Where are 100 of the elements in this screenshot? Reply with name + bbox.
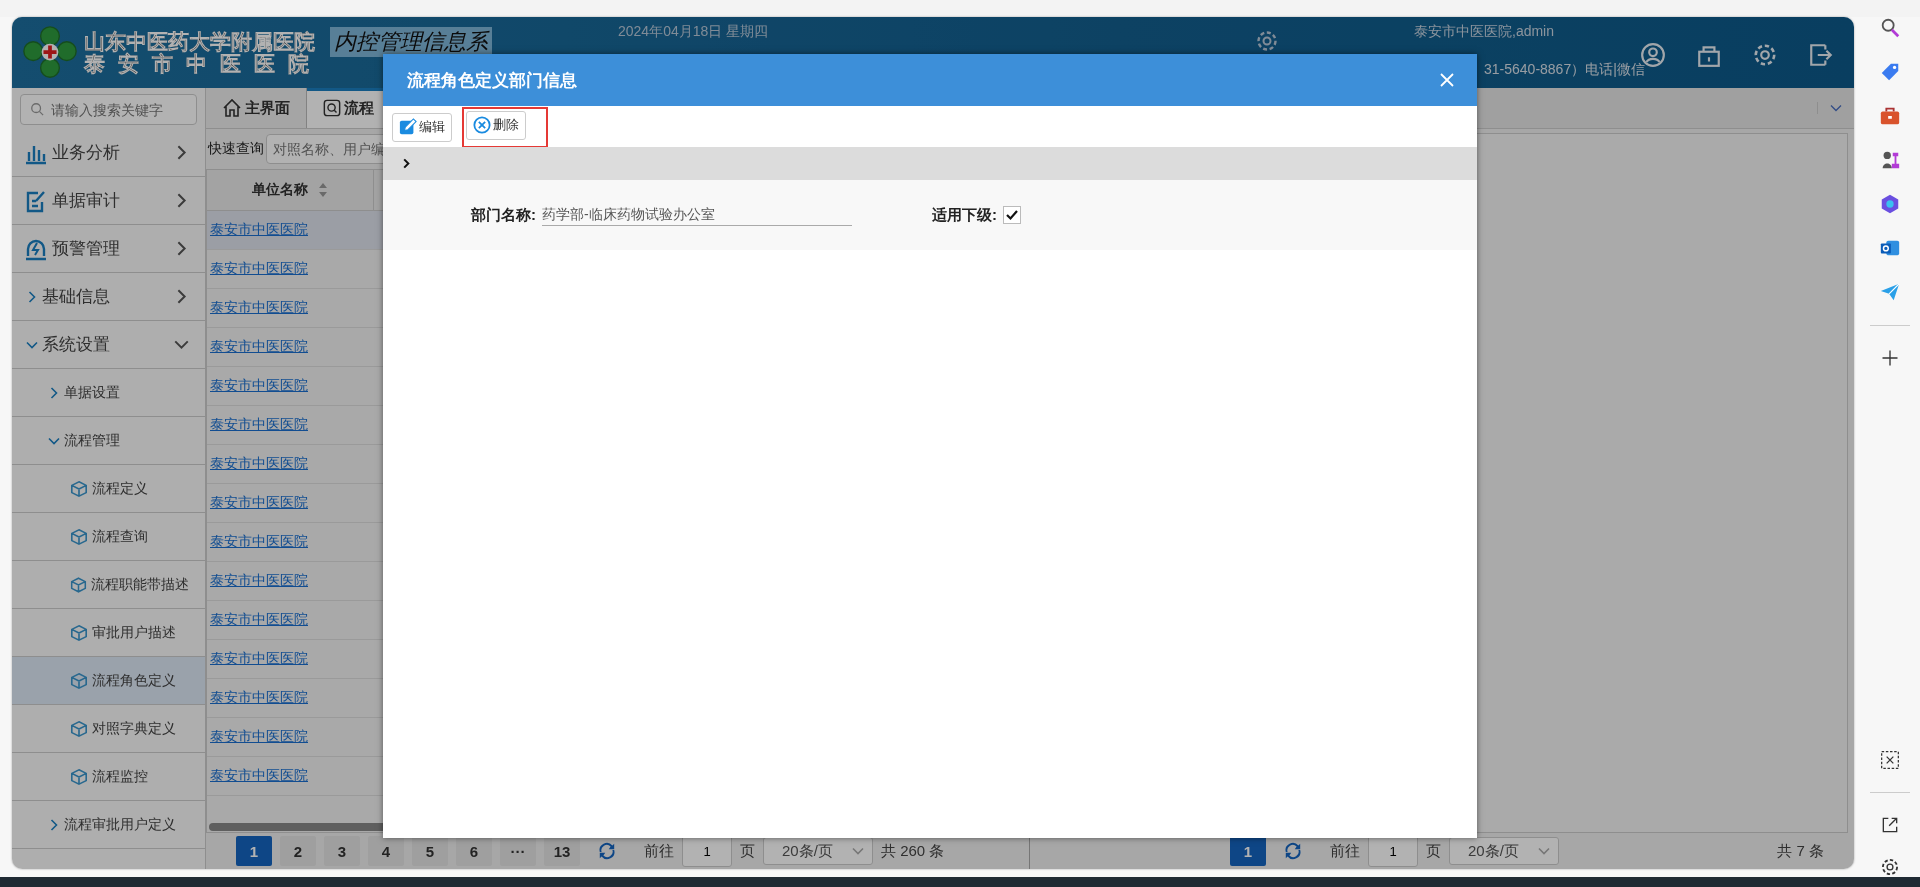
page-size-select[interactable]: 20条/页: [763, 837, 873, 865]
table-cell-link[interactable]: 泰安市中医医院: [207, 455, 308, 473]
sidebar-item-label: 流程定义: [92, 479, 148, 498]
external-link-icon[interactable]: [1880, 815, 1900, 835]
search-icon: [323, 99, 341, 117]
table-cell-link[interactable]: 泰安市中医医院: [207, 338, 308, 356]
field-label: 部门名称:: [471, 205, 536, 225]
table-cell-link[interactable]: 泰安市中医医院: [207, 572, 308, 590]
table-cell-link[interactable]: 泰安市中医医院: [207, 377, 308, 395]
table-cell-link[interactable]: 泰安市中医医院: [207, 767, 308, 785]
paper-plane-icon[interactable]: [1879, 281, 1901, 303]
page-button[interactable]: 6: [456, 836, 492, 866]
refresh-icon[interactable]: [598, 842, 616, 860]
logout-icon[interactable]: [1808, 41, 1834, 68]
sidebar-item-label: 单据设置: [64, 383, 120, 402]
system-name: 内控管理信息系: [330, 27, 492, 57]
refresh-icon[interactable]: [1284, 842, 1302, 860]
home-icon: [222, 98, 242, 118]
dropdown-caret-icon: [1538, 845, 1550, 857]
sidebar-item[interactable]: 单据审计: [12, 177, 205, 225]
date-text: 2024年04月18日 星期四: [618, 23, 769, 41]
page-button[interactable]: 13: [544, 836, 580, 866]
tab[interactable]: 主界面: [206, 88, 307, 128]
sidebar-item[interactable]: 业务分析: [12, 129, 205, 177]
screenshot-icon[interactable]: [1880, 750, 1900, 770]
page-button[interactable]: 1: [1230, 836, 1266, 866]
sidebar-item-label: 流程管理: [64, 431, 120, 450]
search-icon[interactable]: [1879, 17, 1901, 39]
table-cell-link[interactable]: 泰安市中医医院: [207, 494, 308, 512]
chevron-icon: [48, 386, 60, 399]
sidebar-item-label: 审批用户描述: [92, 623, 176, 642]
sort-icon: [318, 182, 328, 198]
checkbox[interactable]: [1003, 206, 1021, 224]
sidebar-item[interactable]: 流程定义: [12, 465, 205, 513]
page-button[interactable]: 1: [236, 836, 272, 866]
edit-button[interactable]: 编辑: [392, 112, 452, 142]
sidebar-item[interactable]: 单据设置: [12, 369, 205, 417]
close-icon[interactable]: [1439, 72, 1455, 88]
total-count: 共 260 条: [881, 841, 945, 861]
cube-icon: [70, 575, 87, 594]
sidebar-item[interactable]: 对照字典定义: [12, 705, 205, 753]
toolbox-icon[interactable]: [1879, 105, 1901, 127]
cube-icon: [70, 623, 88, 642]
sidebar-item-label: 流程查询: [92, 527, 148, 546]
sidebar-item-label: 业务分析: [52, 142, 120, 164]
search-field[interactable]: 请输入搜索关键字: [20, 94, 197, 125]
sidebar-item[interactable]: 流程职能带描述: [12, 561, 205, 609]
table-cell-link[interactable]: 泰安市中医医院: [207, 533, 308, 551]
user-name: 泰安市中医医院,admin: [1414, 23, 1555, 41]
quick-search-label: 快速查询: [208, 140, 264, 158]
table-cell-link[interactable]: 泰安市中医医院: [207, 416, 308, 434]
page-size-select[interactable]: 20条/页: [1449, 837, 1559, 865]
table-cell-link[interactable]: 泰安市中医医院: [207, 260, 308, 278]
sidebar-item-label: 流程职能带描述: [91, 575, 189, 594]
chevron-icon: [48, 818, 60, 831]
sidebar-item[interactable]: 基础信息: [12, 273, 205, 321]
edit-icon: [399, 118, 417, 136]
sidebar-item-label: 流程角色定义: [92, 671, 176, 690]
settings-icon[interactable]: [1880, 857, 1900, 877]
search-icon: [30, 102, 44, 116]
sidebar-item-label: 单据审计: [52, 190, 120, 212]
hospital-name: 泰安市中医医院: [84, 52, 322, 75]
sidebar-item[interactable]: 系统设置: [12, 321, 205, 369]
sidebar-item-label: 系统设置: [42, 334, 110, 356]
page-button[interactable]: 3: [324, 836, 360, 866]
table-cell-link[interactable]: 泰安市中医医院: [207, 689, 308, 707]
department-name-field[interactable]: 药学部-临床药物试验办公室: [542, 204, 852, 226]
cube-icon: [70, 767, 88, 786]
table-cell-link[interactable]: 泰安市中医医院: [207, 728, 308, 746]
field-label: 适用下级:: [932, 205, 997, 225]
page-button[interactable]: 2: [280, 836, 316, 866]
table-cell-link[interactable]: 泰安市中医医院: [207, 611, 308, 629]
sidebar-item[interactable]: 流程角色定义: [12, 657, 205, 705]
cube-icon: [70, 671, 88, 690]
cube-icon: [70, 479, 88, 498]
sidebar-item-label: 流程监控: [92, 767, 148, 786]
sidebar-item[interactable]: 流程监控: [12, 753, 205, 801]
table-cell-link[interactable]: 泰安市中医医院: [207, 221, 308, 239]
goto-label: 前往: [1330, 841, 1360, 861]
sidebar-item-label: 对照字典定义: [92, 719, 176, 738]
chevron-icon: [26, 290, 38, 303]
delete-button[interactable]: 删除: [466, 110, 526, 140]
page-unit-label: 页: [1426, 841, 1441, 861]
hospital-logo-icon: [20, 24, 80, 81]
page-button[interactable]: ···: [500, 836, 536, 866]
plus-icon[interactable]: [1880, 348, 1900, 368]
total-count: 共 7 条: [1777, 841, 1824, 861]
page-button[interactable]: 5: [412, 836, 448, 866]
sidebar-item[interactable]: 流程审批用户定义: [12, 801, 205, 849]
table-cell-link[interactable]: 泰安市中医医院: [207, 299, 308, 317]
sidebar-item[interactable]: 流程管理: [12, 417, 205, 465]
sidebar-item[interactable]: 预警管理: [12, 225, 205, 273]
sidebar-item[interactable]: 流程查询: [12, 513, 205, 561]
dropdown-caret-icon[interactable]: [1817, 102, 1842, 114]
sidebar-item-label: 预警管理: [52, 238, 120, 260]
table-cell-link[interactable]: 泰安市中医医院: [207, 650, 308, 668]
sidebar-item-label: 流程审批用户定义: [64, 815, 176, 834]
tag-icon[interactable]: [1879, 61, 1901, 83]
column-header[interactable]: 单位名称: [207, 170, 374, 210]
page-button[interactable]: 4: [368, 836, 404, 866]
